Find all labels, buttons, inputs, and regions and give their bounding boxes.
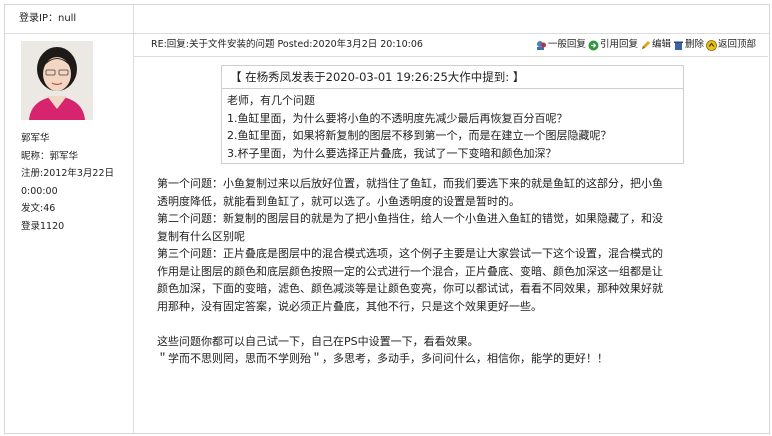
trash-icon — [673, 41, 683, 50]
user-sidebar: 郭军华 昵称：郭军华 注册:2012年3月22日 0:00:00 发文:46 登… — [5, 34, 134, 434]
answer-line: 用那种，没有固定答案，说必须正片叠底，其他不行，只是这个效果更好一些。 — [157, 299, 542, 313]
answer-line: 作用是让图层的颜色和底层颜色按照一定的公式进行一个混合，正片叠底、变暗、颜色加深… — [157, 264, 663, 278]
back-to-top-icon — [706, 39, 717, 51]
quote-reply-button[interactable]: 引用回复 — [588, 34, 638, 56]
quote-line: 2.鱼缸里面，如果将新复制的图层不移到第一个，而是在建立一个图层隐藏呢？ — [227, 129, 612, 142]
answer-line: 第一个问题：小鱼复制过来以后放好位置，就挡住了鱼缸，而我们要选下来的就是鱼缸的这… — [157, 177, 663, 190]
quote-line: 3.杯子里面，为什么要选择正片叠底，我试了一下变暗和颜色加深？ — [227, 146, 557, 160]
answer-line: ＂学而不思则罔，思而不学则殆＂，多思考，多动手，多问问什么，相信你，能学的更好！… — [157, 352, 608, 365]
nickname: 昵称：郭军华 — [21, 150, 79, 162]
user-info: 郭军华 昵称：郭军华 注册:2012年3月22日 0:00:00 发文:46 登… — [21, 130, 114, 235]
register-date: 注册:2012年3月22日 — [21, 168, 115, 179]
answer-line: 第三个问题：正片叠底是图层中的混合模式选项，这个例子主要是让大家尝试一下这个设置… — [157, 247, 663, 260]
quote-reply-icon — [588, 40, 599, 50]
reply-button[interactable]: 一般回复 — [536, 34, 586, 56]
answer-line: 这些问题你都可以自己试一下，自己在PS中设置一下，看看效果。 — [157, 334, 479, 348]
quote-header-text: 【 在杨秀凤发表于2020-03-01 19:26:25大作中提到: 】 — [230, 70, 525, 84]
quote-line: 1.鱼缸里面，为什么要将小鱼的不透明度先减少最后再恢复百分百呢？ — [227, 111, 568, 125]
answer-line: 颜色加深，下面的变暗，滤色、颜色减淡等是让颜色变亮，你可以都试试，看看不同效果，… — [157, 282, 663, 295]
answer-line: 复制有什么区别呢 — [157, 229, 245, 243]
delete-label: 删除 — [684, 39, 704, 50]
back-to-top-button[interactable]: 返回顶部 — [706, 34, 756, 56]
edit-label: 编辑 — [651, 39, 671, 50]
quote-block: 【 在杨秀凤发表于2020-03-01 19:26:25大作中提到: 】 老师，… — [221, 65, 684, 164]
reply-label: 一般回复 — [547, 39, 586, 50]
register-time: 0:00:00 — [21, 185, 58, 197]
quote-body: 老师，有几个问题 1.鱼缸里面，为什么要将小鱼的不透明度先减少最后再恢复百分百呢… — [227, 92, 612, 162]
reply-icon — [536, 40, 546, 50]
login-count: 登录1120 — [21, 220, 65, 232]
username[interactable]: 郭军华 — [21, 130, 114, 148]
login-ip-row: 登录IP：null — [5, 5, 769, 34]
quote-header: 【 在杨秀凤发表于2020-03-01 19:26:25大作中提到: 】 — [222, 66, 683, 89]
back-to-top-label: 返回顶部 — [717, 39, 756, 50]
avatar — [21, 41, 93, 120]
delete-button[interactable]: 删除 — [673, 34, 704, 56]
edit-button[interactable]: 编辑 — [640, 34, 671, 56]
reply-content: 第一个问题：小鱼复制过来以后放好位置，就挡住了鱼缸，而我们要选下来的就是鱼缸的这… — [157, 175, 752, 368]
answer-line: 透明度降低，就能看到鱼缸了，就可以选了。小鱼透明度的设置是暂时的。 — [157, 194, 520, 208]
post-count: 发文:46 — [21, 203, 56, 214]
quote-reply-label: 引用回复 — [599, 39, 638, 50]
answer-line: 第二个问题：新复制的图层目的就是为了把小鱼挡住，给人一个小鱼进入鱼缸的错觉，如果… — [157, 212, 663, 225]
edit-icon — [641, 40, 650, 49]
login-ip-text: 登录IP：null — [19, 13, 77, 24]
divider — [133, 5, 134, 33]
post-title: RE:回复:关于文件安装的问题 Posted:2020年3月2日 20:10:0… — [151, 39, 423, 50]
post-header: RE:回复:关于文件安装的问题 Posted:2020年3月2日 20:10:0… — [134, 34, 768, 57]
quote-line: 老师，有几个问题 — [227, 94, 315, 107]
post-actions: 一般回复 引用回复 编辑 删除 返回顶部 — [536, 34, 756, 56]
